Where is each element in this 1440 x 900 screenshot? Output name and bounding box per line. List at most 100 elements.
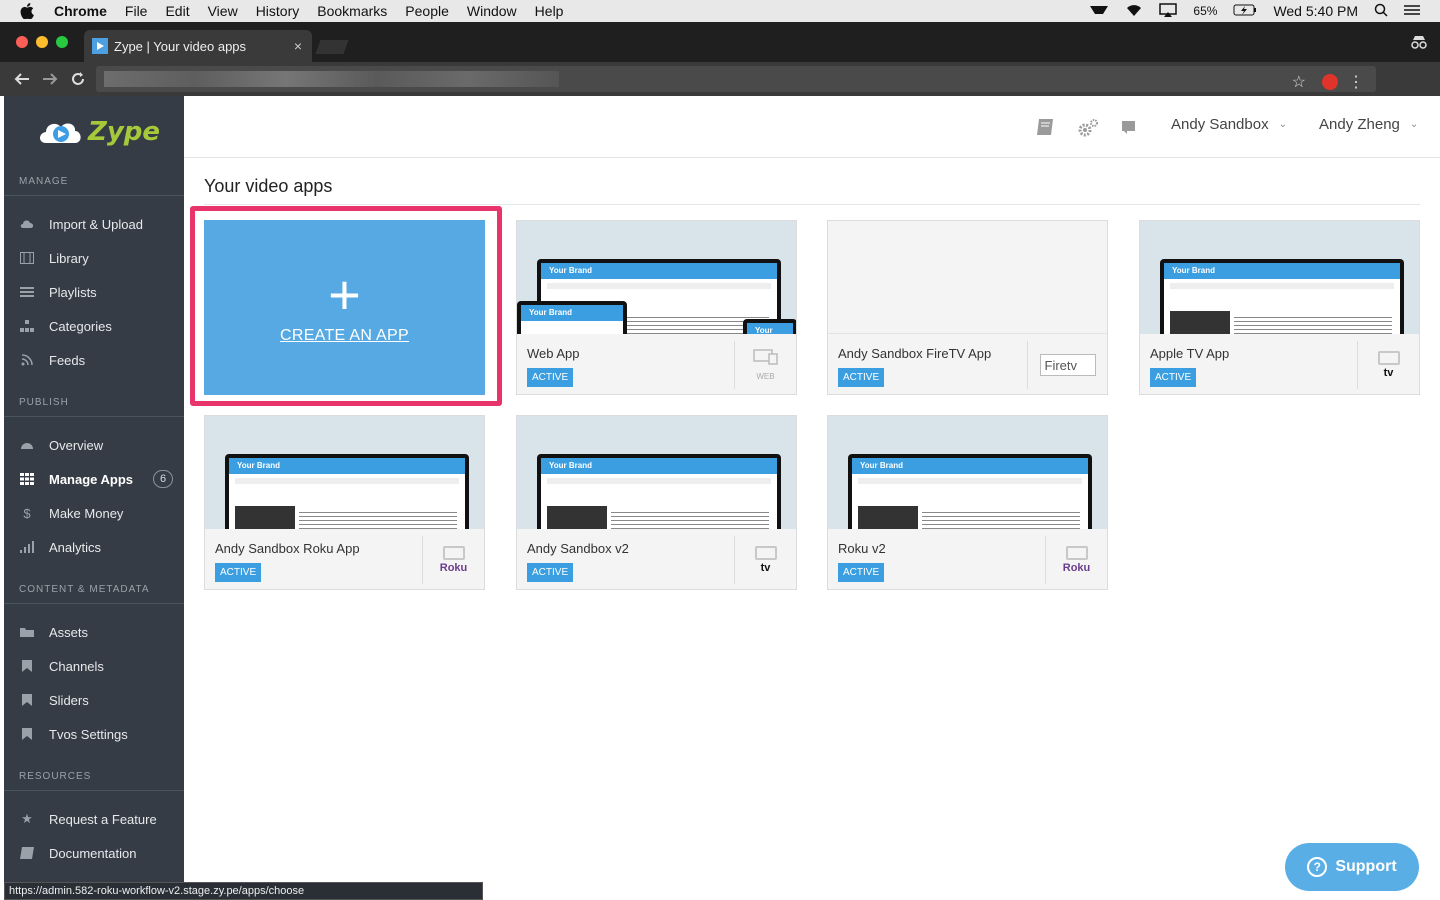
app-name[interactable]: Andy Sandbox Roku App — [215, 541, 360, 556]
create-app-card[interactable]: + CREATE AN APP — [204, 220, 485, 395]
forward-arrow-icon[interactable] — [36, 65, 64, 93]
app-card-web[interactable]: Your Brand Your Brand Your Brand Web App… — [516, 220, 797, 395]
grid-icon — [19, 471, 35, 487]
tab-title: Zype | Your video apps — [114, 38, 247, 54]
menu-view[interactable]: View — [208, 3, 238, 19]
menu-chrome[interactable]: Chrome — [54, 3, 107, 19]
firetv-broken-image: Firetv — [1039, 354, 1096, 376]
sidebar-item-label: Channels — [49, 658, 104, 674]
zype-logo[interactable]: Zype — [36, 112, 166, 152]
divider — [4, 195, 184, 196]
window-minimize-button[interactable] — [36, 36, 48, 48]
sidebar-item-label: Request a Feature — [49, 811, 157, 827]
sidebar-item-assets[interactable]: Assets — [19, 621, 179, 643]
user-dropdown[interactable]: Andy Zheng ⌄ — [1319, 116, 1418, 133]
sidebar-item-request-feature[interactable]: ★ Request a Feature — [19, 808, 179, 830]
app-card-appletv[interactable]: Your Brand Apple TV App ACTIVE tv — [1139, 220, 1420, 395]
tv-mockup: Your Brand — [1160, 259, 1404, 334]
announcement-icon[interactable] — [1121, 118, 1141, 136]
sidebar-item-overview[interactable]: Overview — [19, 434, 179, 456]
menu-people[interactable]: People — [405, 3, 449, 19]
address-bar[interactable]: ☆ ⋮ — [96, 66, 1376, 92]
menu-help[interactable]: Help — [535, 3, 564, 19]
browser-toolbar: ☆ ⋮ — [0, 62, 1440, 96]
app-card-sandbox-v2[interactable]: Your Brand Andy Sandbox v2 ACTIVE tv — [516, 415, 797, 590]
back-arrow-icon[interactable] — [8, 65, 36, 93]
tv-mockup: Your Brand — [537, 454, 781, 529]
apple-icon[interactable] — [20, 3, 36, 19]
create-app-link[interactable]: CREATE AN APP — [280, 327, 409, 345]
sidebar-item-sliders[interactable]: Sliders — [19, 689, 179, 711]
sidebar: Zype MANAGE Import & Upload Library Play… — [4, 96, 184, 900]
sidebar-item-import-upload[interactable]: Import & Upload — [19, 213, 179, 235]
sidebar-item-label: Make Money — [49, 505, 124, 521]
sidebar-item-analytics[interactable]: Analytics — [19, 536, 179, 558]
film-icon — [19, 250, 35, 266]
plus-icon: + — [328, 262, 361, 326]
devices-icon — [752, 349, 779, 370]
folder-icon — [19, 624, 35, 640]
incognito-profile-icon[interactable] — [1410, 34, 1428, 50]
section-publish: PUBLISH — [19, 397, 69, 408]
sidebar-item-make-money[interactable]: $ Make Money — [19, 502, 179, 524]
app-name[interactable]: Web App — [527, 346, 580, 361]
sidebar-item-documentation[interactable]: Documentation — [19, 842, 179, 864]
top-header: Andy Sandbox ⌄ Andy Zheng ⌄ — [184, 96, 1440, 158]
tab-close-icon[interactable]: × — [294, 38, 302, 54]
battery-icon[interactable] — [1233, 3, 1257, 19]
app-name[interactable]: Apple TV App — [1150, 346, 1229, 361]
platform-firetv: Firetv — [1027, 341, 1107, 389]
bookmark-icon — [19, 692, 35, 708]
sidebar-item-tvos-settings[interactable]: Tvos Settings — [19, 723, 179, 745]
reload-icon[interactable] — [64, 65, 92, 93]
menu-file[interactable]: File — [125, 3, 148, 19]
wifi-icon[interactable] — [1125, 3, 1143, 20]
section-resources: RESOURCES — [19, 771, 92, 782]
sidebar-item-playlists[interactable]: Playlists — [19, 281, 179, 303]
airmail-icon[interactable] — [1089, 3, 1109, 19]
bookmark-star-icon[interactable]: ☆ — [1292, 72, 1306, 92]
menu-bookmarks[interactable]: Bookmarks — [317, 3, 387, 19]
tv-mockup: Your Brand — [225, 454, 469, 529]
notification-center-icon[interactable] — [1404, 3, 1420, 19]
help-icon: ? — [1307, 857, 1328, 877]
sidebar-item-library[interactable]: Library — [19, 247, 179, 269]
support-button[interactable]: ? Support — [1285, 843, 1419, 891]
browser-tab[interactable]: Zype | Your video apps × — [84, 30, 312, 62]
app-card-firetv[interactable]: Andy Sandbox FireTV App ACTIVE Firetv — [827, 220, 1108, 395]
extension-icon[interactable] — [1322, 74, 1338, 90]
settings-gears-icon[interactable] — [1077, 118, 1098, 137]
window-close-button[interactable] — [16, 36, 28, 48]
sidebar-item-feeds[interactable]: Feeds — [19, 349, 179, 371]
menu-window[interactable]: Window — [467, 3, 517, 19]
tv-mockup: Your Brand — [848, 454, 1092, 529]
sidebar-item-label: Playlists — [49, 284, 97, 300]
menu-history[interactable]: History — [256, 3, 300, 19]
sidebar-item-categories[interactable]: Categories — [19, 315, 179, 337]
zype-cloud-icon — [40, 123, 81, 143]
airplay-icon[interactable] — [1159, 2, 1178, 20]
menubar-clock[interactable]: Wed 5:40 PM — [1273, 3, 1358, 19]
macos-menubar: Chrome File Edit View History Bookmarks … — [0, 0, 1440, 22]
window-zoom-button[interactable] — [56, 36, 68, 48]
app-name[interactable]: Andy Sandbox FireTV App — [838, 346, 991, 361]
tv-icon — [1065, 546, 1088, 560]
tv-icon — [442, 546, 465, 560]
user-name: Andy Zheng — [1319, 116, 1400, 133]
sidebar-item-manage-apps[interactable]: Manage Apps 6 — [19, 468, 179, 490]
app-card-roku[interactable]: Your Brand Andy Sandbox Roku App ACTIVE … — [204, 415, 485, 590]
status-badge: ACTIVE — [838, 368, 885, 387]
org-dropdown[interactable]: Andy Sandbox ⌄ — [1171, 116, 1287, 133]
sidebar-item-channels[interactable]: Channels — [19, 655, 179, 677]
docs-book-icon[interactable] — [1036, 118, 1056, 136]
status-url: https://admin.582-roku-workflow-v2.stage… — [9, 885, 305, 897]
new-tab-button[interactable] — [315, 40, 349, 54]
zype-favicon-icon — [92, 38, 108, 54]
app-card-roku-v2[interactable]: Your Brand Roku v2 ACTIVE Roku — [827, 415, 1108, 590]
app-name[interactable]: Andy Sandbox v2 — [527, 541, 629, 556]
chevron-down-icon: ⌄ — [1278, 119, 1287, 130]
app-name[interactable]: Roku v2 — [838, 541, 886, 556]
spotlight-icon[interactable] — [1374, 3, 1388, 20]
chrome-menu-icon[interactable]: ⋮ — [1348, 72, 1364, 92]
menu-edit[interactable]: Edit — [165, 3, 189, 19]
